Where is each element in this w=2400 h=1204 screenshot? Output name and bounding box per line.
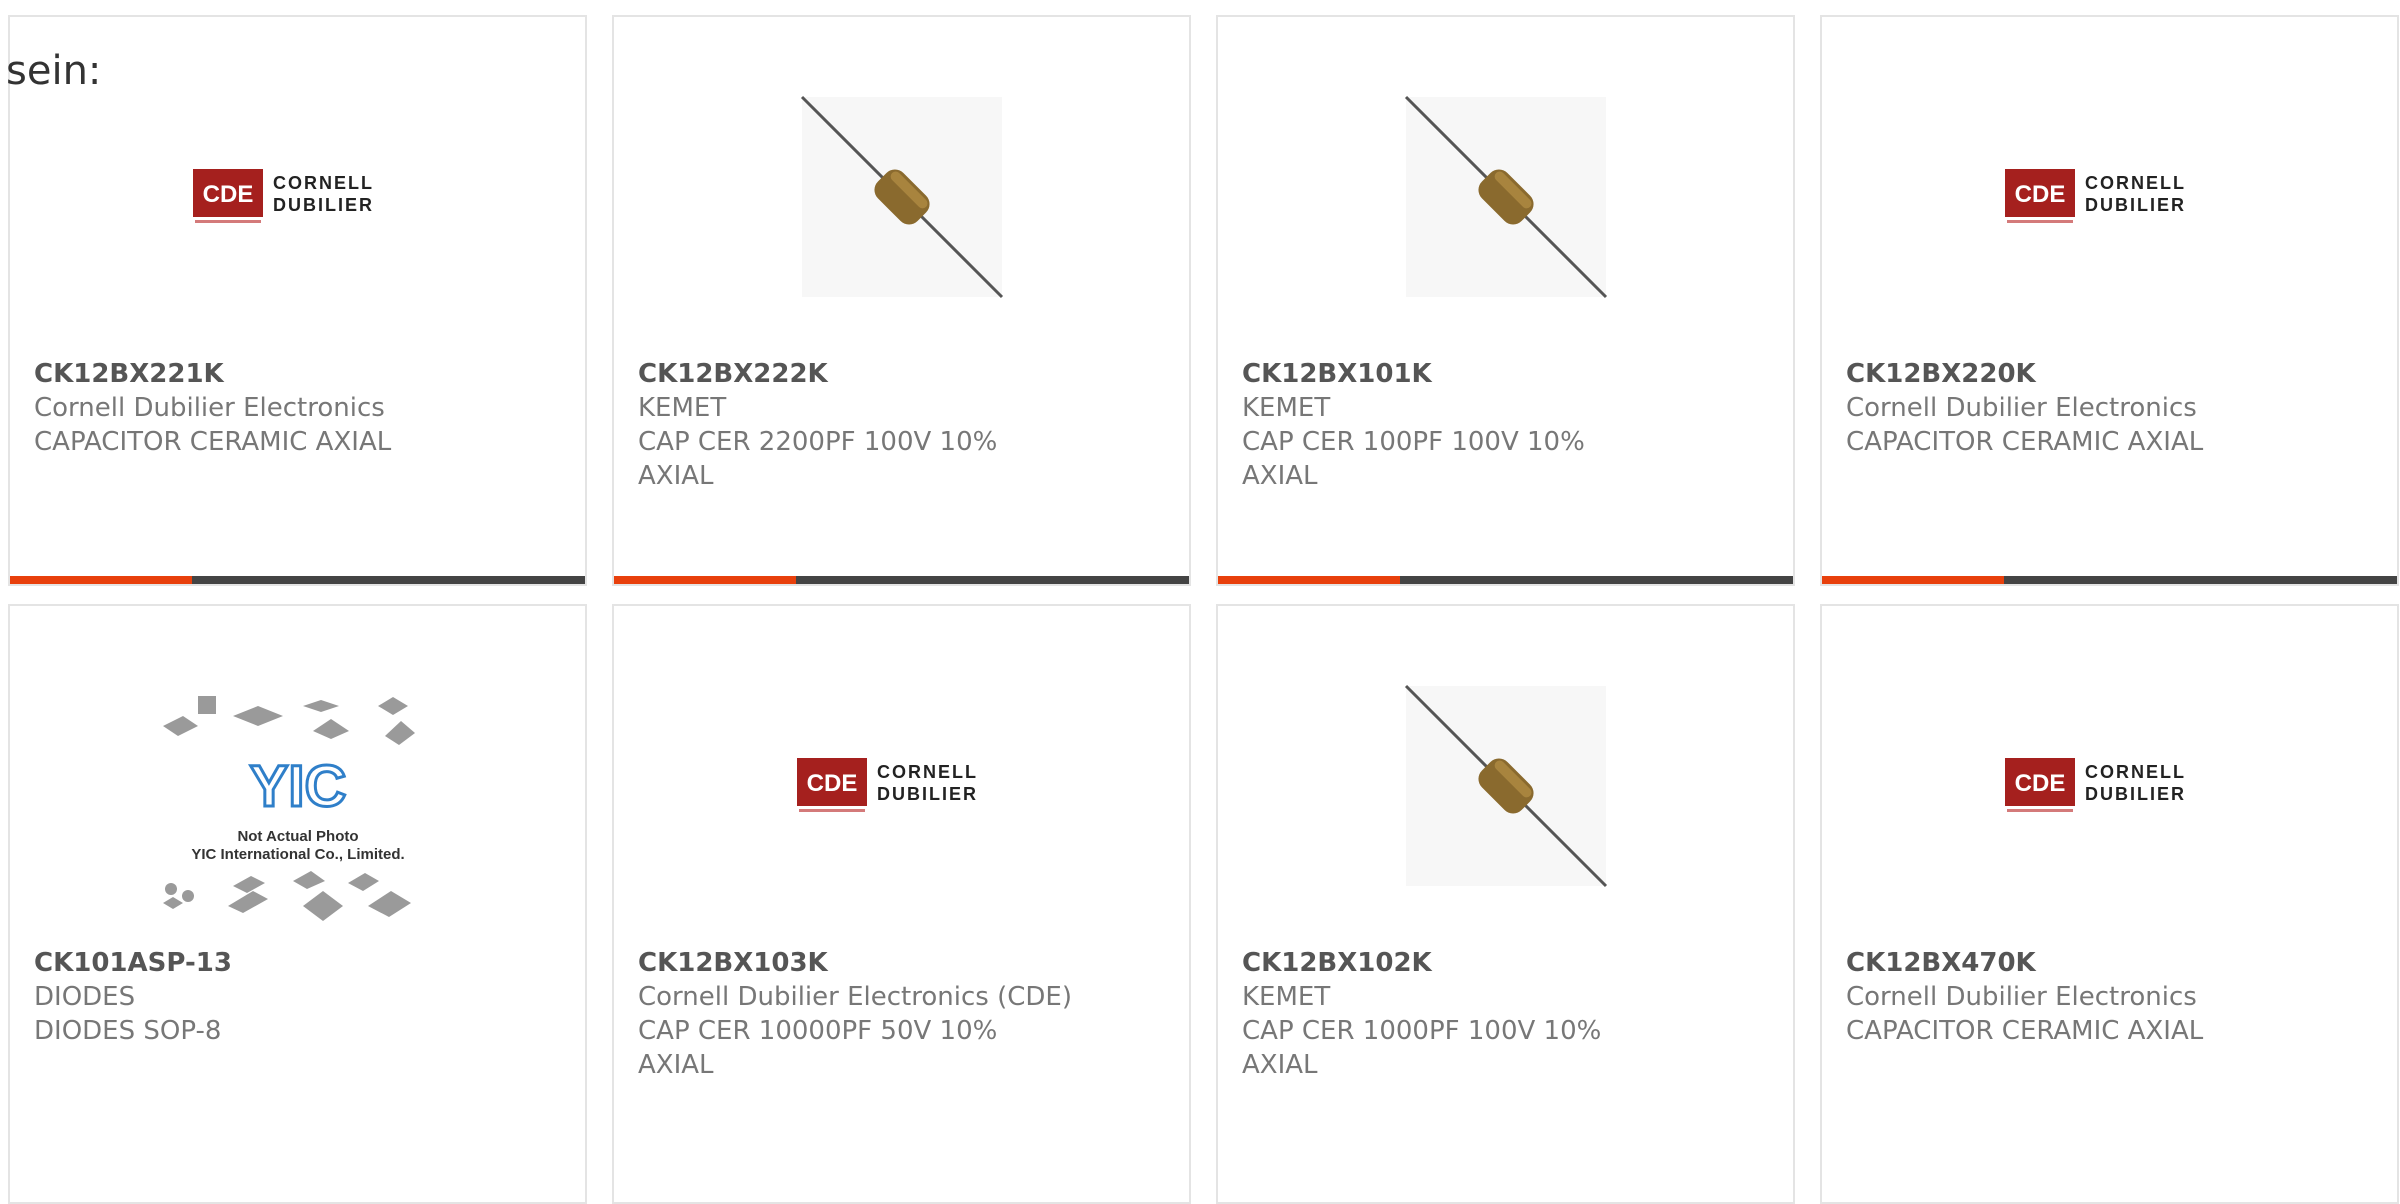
axial-capacitor-image[interactable]	[1376, 666, 1636, 906]
cde-logo-line1: CORNELL	[2085, 762, 2186, 782]
product-card[interactable]: CDE CORNELL DUBILIER CK12BX221K Cornell …	[8, 15, 587, 586]
cde-logo-mark: CDE	[2014, 181, 2065, 208]
description: CAPACITOR CERAMIC AXIAL	[1846, 1016, 2204, 1046]
cde-logo-line1: CORNELL	[273, 173, 374, 193]
yic-logo-line2: YIC International Co., Limited.	[191, 846, 404, 863]
yic-logo-mark: YIC	[249, 754, 346, 819]
cde-logo-image[interactable]: CDE CORNELL DUBILIER	[168, 77, 428, 317]
cde-logo-line2: DUBILIER	[2085, 784, 2186, 804]
part-number[interactable]: CK12BX470K	[1846, 946, 2377, 980]
cde-logo-mark: CDE	[202, 181, 253, 208]
cde-logo-image[interactable]: CDE CORNELL DUBILIER	[1980, 77, 2240, 317]
manufacturer: Cornell Dubilier Electronics	[1846, 982, 2197, 1012]
description: CAP CER 1000PF 100V 10% AXIAL	[1242, 1016, 1602, 1080]
cde-logo-mark: CDE	[2014, 770, 2065, 797]
card-footer-bar	[1218, 576, 1793, 584]
manufacturer: KEMET	[638, 393, 727, 423]
card-footer-bar	[614, 576, 1189, 584]
intro-text: sein:	[6, 48, 102, 94]
part-number[interactable]: CK101ASP-13	[34, 946, 565, 980]
product-card[interactable]: CDE CORNELL DUBILIER CK12BX103K Cornell …	[612, 604, 1191, 1204]
product-card[interactable]: CK12BX102K KEMET CAP CER 1000PF 100V 10%…	[1216, 604, 1795, 1204]
part-number[interactable]: CK12BX103K	[638, 946, 1169, 980]
yic-logo-line1: Not Actual Photo	[237, 828, 358, 845]
description: DIODES SOP-8	[34, 1016, 222, 1046]
product-card[interactable]: CK12BX101K KEMET CAP CER 100PF 100V 10% …	[1216, 15, 1795, 586]
cde-logo-mark: CDE	[806, 770, 857, 797]
product-card[interactable]: CK12BX222K KEMET CAP CER 2200PF 100V 10%…	[612, 15, 1191, 586]
cde-logo-line1: CORNELL	[877, 762, 978, 782]
product-grid: CDE CORNELL DUBILIER CK12BX221K Cornell …	[0, 0, 2400, 1204]
manufacturer: Cornell Dubilier Electronics	[34, 393, 385, 423]
axial-capacitor-image[interactable]	[1376, 77, 1636, 317]
manufacturer: KEMET	[1242, 982, 1331, 1012]
product-card[interactable]: YIC Not Actual Photo YIC International C…	[8, 604, 587, 1204]
cde-logo-line2: DUBILIER	[877, 784, 978, 804]
manufacturer: Cornell Dubilier Electronics	[1846, 393, 2197, 423]
yic-placeholder-image[interactable]: YIC Not Actual Photo YIC International C…	[153, 691, 443, 941]
description: CAP CER 2200PF 100V 10% AXIAL	[638, 427, 998, 491]
manufacturer: Cornell Dubilier Electronics (CDE)	[638, 982, 1072, 1012]
part-number[interactable]: CK12BX102K	[1242, 946, 1773, 980]
card-footer-bar	[1822, 576, 2397, 584]
manufacturer: DIODES	[34, 982, 136, 1012]
cde-logo-image[interactable]: CDE CORNELL DUBILIER	[772, 666, 1032, 906]
product-card[interactable]: CDE CORNELL DUBILIER CK12BX220K Cornell …	[1820, 15, 2399, 586]
axial-capacitor-image[interactable]	[772, 77, 1032, 317]
part-number[interactable]: CK12BX220K	[1846, 357, 2377, 391]
description: CAPACITOR CERAMIC AXIAL	[1846, 427, 2204, 457]
cde-logo-line1: CORNELL	[2085, 173, 2186, 193]
part-number[interactable]: CK12BX101K	[1242, 357, 1773, 391]
cde-logo-image[interactable]: CDE CORNELL DUBILIER	[1980, 666, 2240, 906]
cde-logo-line2: DUBILIER	[273, 195, 374, 215]
manufacturer: KEMET	[1242, 393, 1331, 423]
product-card[interactable]: CDE CORNELL DUBILIER CK12BX470K Cornell …	[1820, 604, 2399, 1204]
card-footer-bar	[10, 576, 585, 584]
cde-logo-line2: DUBILIER	[2085, 195, 2186, 215]
description: CAP CER 100PF 100V 10% AXIAL	[1242, 427, 1585, 491]
part-number[interactable]: CK12BX221K	[34, 357, 565, 391]
description: CAPACITOR CERAMIC AXIAL	[34, 427, 392, 457]
part-number[interactable]: CK12BX222K	[638, 357, 1169, 391]
description: CAP CER 10000PF 50V 10% AXIAL	[638, 1016, 998, 1080]
